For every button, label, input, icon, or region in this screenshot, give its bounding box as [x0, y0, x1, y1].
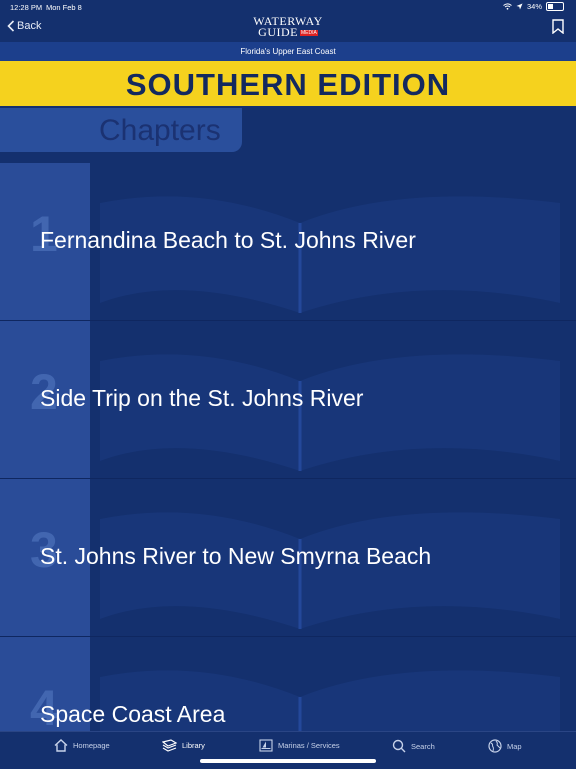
search-icon	[392, 739, 406, 753]
tab-label: Map	[507, 741, 522, 751]
bookmark-button[interactable]	[552, 19, 564, 39]
chapter-title: St. Johns River to New Smyrna Beach	[40, 543, 432, 569]
status-time: 12:28 PM	[10, 3, 43, 12]
edition-banner: SOUTHERN EDITION	[0, 61, 576, 106]
chapter-title: Side Trip on the St. Johns River	[40, 385, 364, 411]
chapter-item-4[interactable]: 4 Space Coast Area	[0, 637, 576, 731]
back-label: Back	[17, 20, 42, 32]
chapter-list: 1 Fernandina Beach to St. Johns River 2 …	[0, 163, 576, 731]
globe-icon	[488, 739, 502, 753]
marina-icon	[259, 739, 273, 752]
tab-label: Homepage	[73, 741, 110, 750]
nav-bar: Back WATERWAY GUIDE MEDIA	[0, 14, 576, 42]
tab-search[interactable]: Search	[392, 739, 435, 753]
back-button[interactable]: Back	[7, 20, 41, 32]
chevron-left-icon	[7, 20, 15, 32]
tab-bar: Homepage Library Marinas / Services Sear…	[0, 731, 576, 769]
tab-marinas-services[interactable]: Marinas / Services	[259, 739, 340, 752]
tab-map[interactable]: Map	[488, 739, 522, 753]
chapter-title: Fernandina Beach to St. Johns River	[40, 227, 416, 253]
bookmark-icon	[552, 19, 564, 35]
wifi-icon	[503, 3, 512, 10]
chapter-title: Space Coast Area	[40, 701, 226, 727]
status-date: Mon Feb 8	[46, 3, 82, 12]
logo-text-bottom: GUIDE	[258, 25, 298, 39]
battery-icon	[546, 2, 564, 11]
battery-percent: 34%	[526, 2, 542, 11]
tab-label: Search	[411, 741, 435, 751]
location-icon	[516, 3, 523, 10]
logo-badge: MEDIA	[299, 29, 318, 36]
library-icon	[162, 739, 177, 752]
tab-homepage[interactable]: Homepage	[54, 739, 110, 752]
home-indicator[interactable]	[200, 759, 376, 763]
waterway-guide-logo: WATERWAY GUIDE MEDIA	[250, 15, 326, 40]
home-icon	[54, 739, 68, 752]
chapter-item-2[interactable]: 2 Side Trip on the St. Johns River	[0, 321, 576, 479]
status-bar: 12:28 PM Mon Feb 8 34%	[0, 0, 576, 14]
chapters-heading: Chapters	[0, 108, 242, 152]
guide-subtitle: Florida's Upper East Coast	[0, 42, 576, 61]
tab-label: Marinas / Services	[278, 741, 340, 750]
tab-label: Library	[182, 741, 205, 750]
status-indicators: 34%	[503, 2, 564, 11]
tab-library[interactable]: Library	[162, 739, 205, 752]
chapter-item-1[interactable]: 1 Fernandina Beach to St. Johns River	[0, 163, 576, 321]
chapter-item-3[interactable]: 3 St. Johns River to New Smyrna Beach	[0, 479, 576, 637]
